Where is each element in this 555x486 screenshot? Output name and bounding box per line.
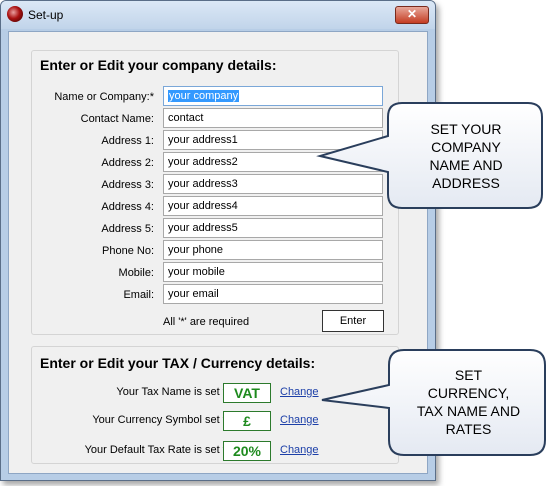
tax-callout-line: CURRENCY, xyxy=(427,385,510,401)
company-callout-line: ADDRESS xyxy=(432,175,500,191)
tax-callout-line: SET xyxy=(454,367,483,383)
company-callout-text: SET YOUR COMPANY NAME AND ADDRESS xyxy=(396,120,536,192)
company-callout-line: SET YOUR xyxy=(430,121,502,137)
company-callout-line: COMPANY xyxy=(431,139,501,155)
tax-callout-line: RATES xyxy=(445,421,492,437)
tax-callout-line: TAX NAME AND xyxy=(416,403,521,419)
company-callout-line: NAME AND xyxy=(429,157,503,173)
tax-callout-text: SET CURRENCY, TAX NAME AND RATES xyxy=(396,366,541,438)
